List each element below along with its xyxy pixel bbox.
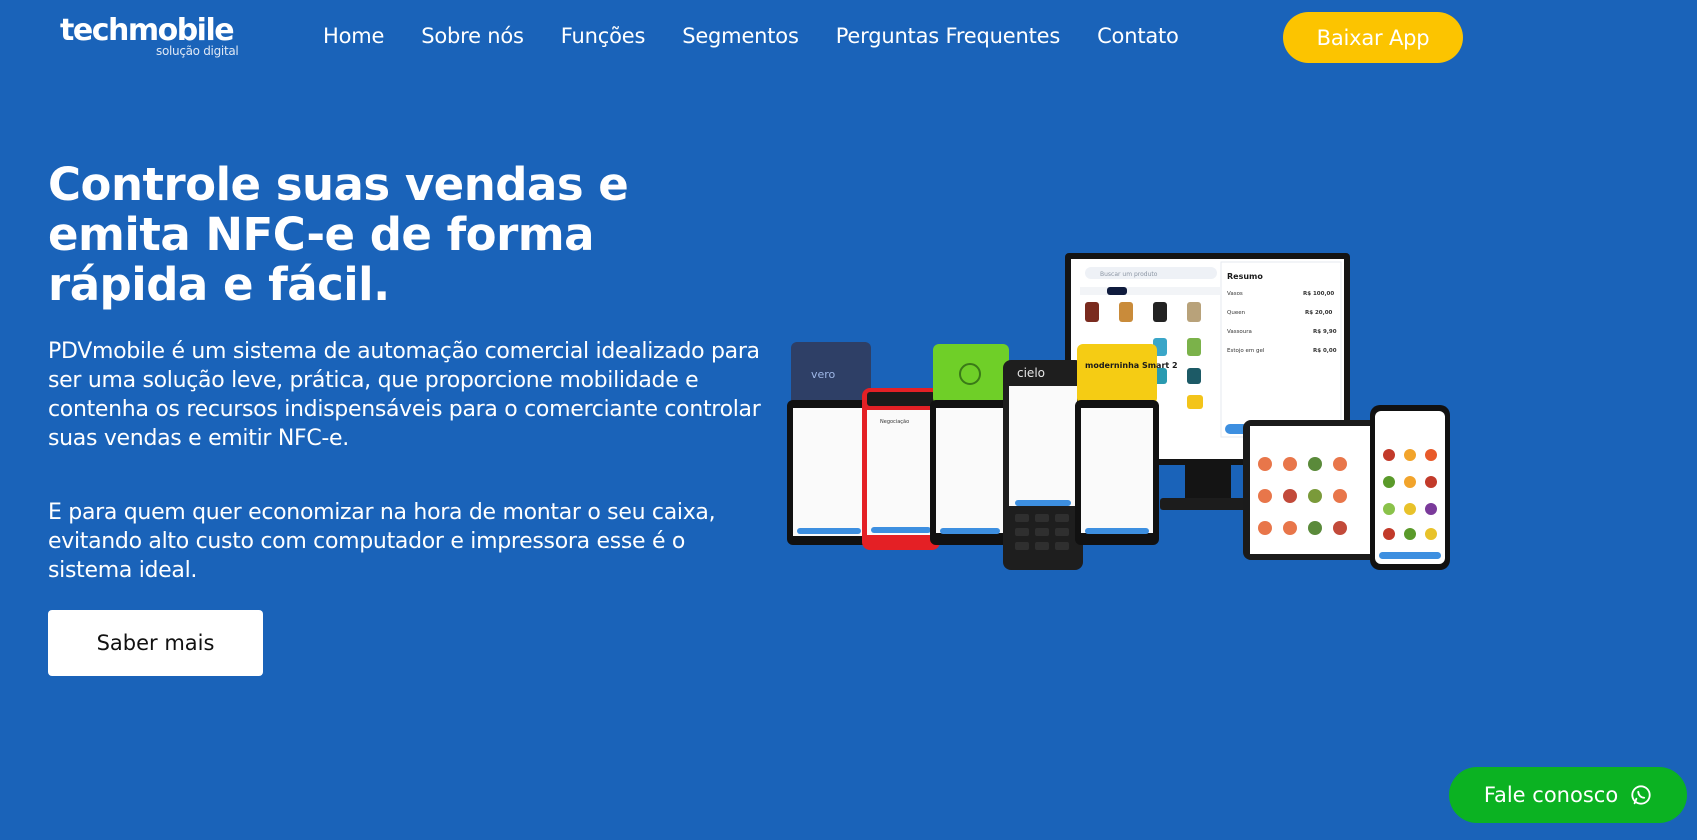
hero-secondary-description: E para quem quer economizar na hora de m…: [48, 500, 716, 583]
summary-row-name: Estojo em gel: [1227, 348, 1265, 354]
moderninha-brand: moderninha Smart 2: [1085, 361, 1178, 370]
vero-brand: vero: [811, 368, 836, 381]
monitor-search-placeholder: Buscar um produto: [1100, 271, 1158, 278]
tablet-device: [1243, 420, 1383, 560]
learn-more-button[interactable]: Saber mais: [48, 610, 263, 676]
phone-device: [1370, 405, 1450, 570]
whatsapp-icon: [1631, 785, 1651, 805]
summary-row-name: Vasos: [1227, 291, 1243, 297]
nav-item-perguntas-frequentes[interactable]: Perguntas Frequentes: [836, 24, 1061, 48]
devices-illustration: Buscar um produto Resumo Vasos R$ 100,00…: [787, 253, 1450, 570]
cielo-pos-device: cielo: [1003, 360, 1083, 570]
red-pos-device: Negociação: [862, 388, 940, 550]
contact-us-label: Fale conosco: [1483, 783, 1619, 807]
hero-title: Controle suas vendas e emita NFC-e de fo…: [48, 158, 629, 311]
nav-item-sobre-nos[interactable]: Sobre nós: [421, 24, 524, 48]
summary-row-price: R$ 9,90: [1313, 329, 1337, 335]
nav-item-segmentos[interactable]: Segmentos: [682, 24, 799, 48]
screen-title: Negociação: [880, 419, 909, 425]
cielo-brand: cielo: [1017, 366, 1045, 380]
contact-us-button[interactable]: Fale conosco: [1449, 767, 1687, 823]
hero-description: PDVmobile é um sistema de automação come…: [48, 339, 761, 451]
summary-title: Resumo: [1227, 272, 1263, 281]
summary-row-name: Vassoura: [1227, 329, 1252, 335]
summary-row-price: R$ 0,00: [1313, 348, 1337, 354]
summary-row-price: R$ 100,00: [1303, 291, 1334, 297]
vero-pos-device: vero: [787, 342, 871, 545]
logo-tagline: solução digital: [156, 44, 239, 58]
brand-logo[interactable]: techmobile solução digital: [60, 14, 240, 62]
download-app-button[interactable]: Baixar App: [1283, 12, 1463, 63]
green-pos-device: [930, 344, 1010, 545]
nav-item-funcoes[interactable]: Funções: [561, 24, 646, 48]
nav-item-home[interactable]: Home: [323, 24, 384, 48]
logo-text: techmobile: [60, 13, 235, 48]
nav-item-contato[interactable]: Contato: [1097, 24, 1179, 48]
summary-row-name: Queen: [1227, 310, 1246, 316]
summary-row-price: R$ 20,00: [1305, 310, 1333, 316]
main-nav: Home Sobre nós Funções Segmentos Pergunt…: [323, 20, 1179, 52]
